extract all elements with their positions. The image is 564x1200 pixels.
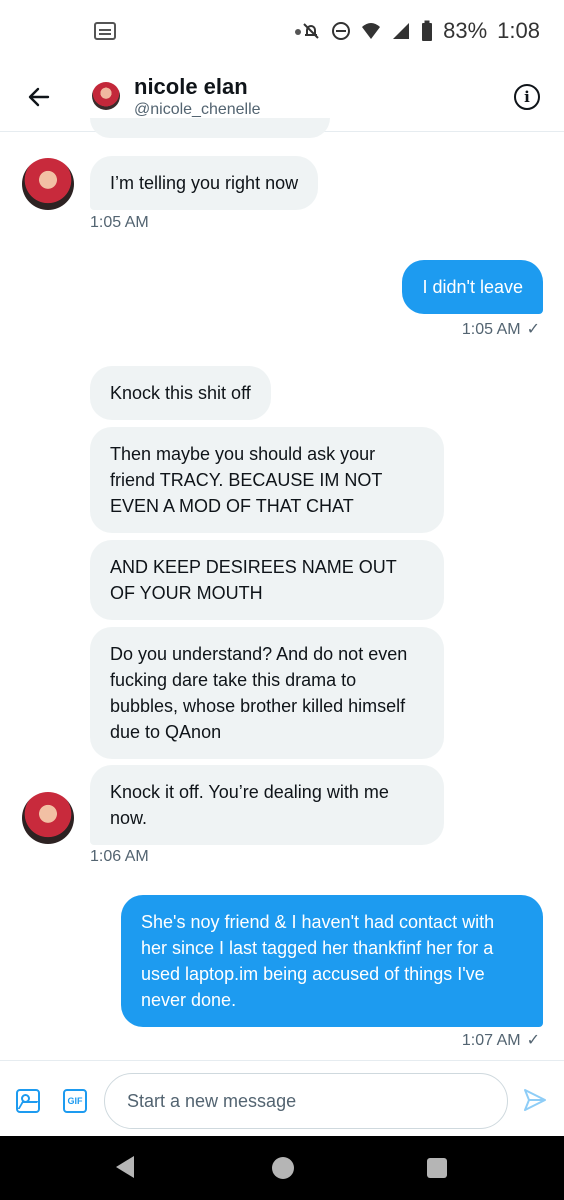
info-icon[interactable]: i	[514, 84, 540, 110]
battery-icon	[422, 20, 433, 41]
message-timestamp: 1:06 AM	[90, 848, 149, 865]
header-avatar[interactable]	[92, 82, 120, 110]
message-bubble[interactable]: She's noy friend & I haven't had contact…	[121, 895, 543, 1027]
notification-icon	[94, 22, 116, 40]
nav-home-icon[interactable]	[272, 1157, 294, 1179]
compose-bar: GIF Start a new message	[0, 1060, 564, 1136]
message-bubble[interactable]: I’m telling you right now	[90, 156, 319, 210]
avatar[interactable]	[22, 792, 74, 844]
contact-handle[interactable]: @nicole_chenelle	[134, 101, 261, 119]
message-bubble[interactable]: Knock it off. You’re dealing with me now…	[90, 765, 444, 845]
timestamp-text: 1:07 AM	[461, 1032, 521, 1049]
sent-check-icon: ✓	[526, 321, 540, 338]
mute-icon	[303, 23, 319, 39]
image-icon[interactable]	[16, 1089, 40, 1113]
nav-back-icon[interactable]	[116, 1156, 134, 1178]
message-input-placeholder: Start a new message	[127, 1090, 297, 1111]
message-bubble[interactable]: AND KEEP DESIREES NAME OUT OF YOUR MOUTH	[90, 540, 444, 620]
message-timestamp: 1:05 AM	[90, 214, 149, 231]
avatar[interactable]	[22, 158, 74, 210]
dnd-icon	[332, 22, 351, 40]
message-bubble[interactable]: I didn't leave	[402, 260, 543, 314]
status-bar: 83% 1:08	[0, 0, 564, 64]
message-bubble	[90, 118, 330, 138]
status-icons: 83% 1:08	[301, 18, 540, 44]
message-timestamp: 1:05 AM ✓	[462, 319, 540, 339]
nav-recents-icon[interactable]	[427, 1158, 447, 1178]
message-input[interactable]: Start a new message	[104, 1073, 508, 1129]
send-icon[interactable]	[522, 1087, 548, 1113]
back-arrow-icon[interactable]	[22, 80, 56, 114]
clock: 1:08	[497, 18, 540, 43]
notification-dot-icon	[295, 29, 301, 35]
message-timestamp: 1:07 AM ✓	[462, 1030, 540, 1050]
timestamp-text: 1:05 AM	[461, 321, 521, 338]
battery-level: 83%	[443, 18, 488, 43]
message-bubble[interactable]: Knock this shit off	[90, 366, 271, 420]
system-nav-bar	[0, 1136, 564, 1200]
contact-name[interactable]: nicole elan	[134, 74, 248, 100]
message-bubble[interactable]: Then maybe you should ask your friend TR…	[90, 427, 444, 533]
sent-check-icon: ✓	[526, 1032, 540, 1049]
signal-icon	[393, 23, 410, 39]
gif-icon[interactable]: GIF	[63, 1089, 87, 1113]
message-bubble[interactable]: Do you understand? And do not even fucki…	[90, 627, 444, 759]
wifi-icon	[362, 23, 381, 39]
